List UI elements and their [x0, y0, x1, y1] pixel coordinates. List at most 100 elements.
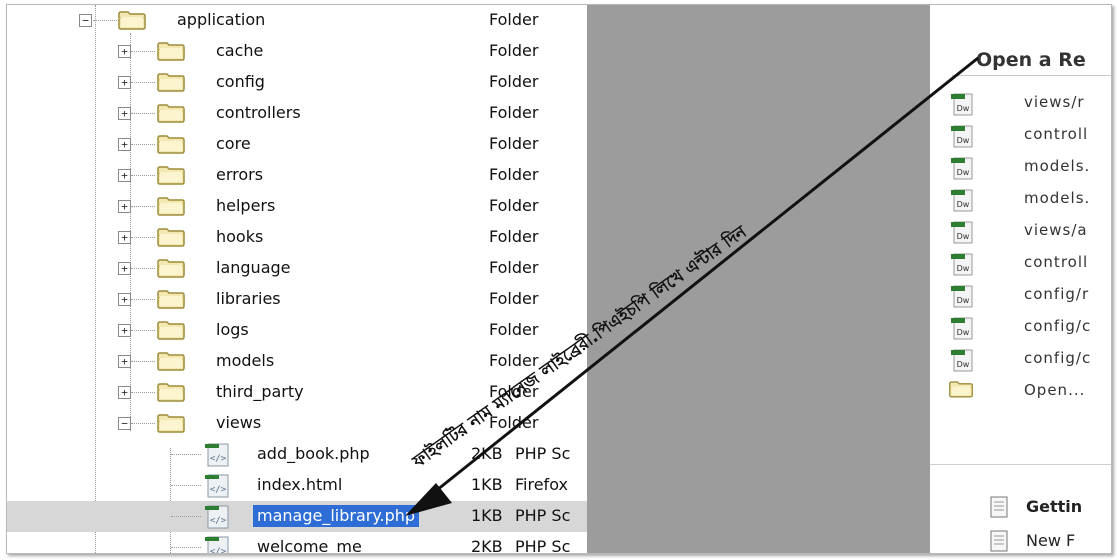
tree-item-name: helpers: [216, 196, 276, 215]
tree-item-name: config: [216, 72, 265, 91]
expand-icon[interactable]: +: [118, 386, 131, 399]
file-type: Folder: [489, 382, 539, 401]
tree-item-name: third_party: [216, 382, 304, 401]
expand-icon[interactable]: +: [118, 45, 131, 58]
tree-file-row[interactable]: </> welcome_me 2KB PHP Sc: [7, 532, 587, 553]
file-type: PHP Sc: [515, 444, 571, 463]
tree-item-name: welcome_me: [257, 537, 362, 553]
tree-file-row[interactable]: </> add_book.php 2KB PHP Sc: [7, 439, 587, 470]
recent-file-label: models.: [1024, 189, 1091, 207]
tree-folder-row[interactable]: + third_party Folder: [7, 377, 587, 408]
php-file-icon: </>: [202, 504, 232, 529]
tree-branch-line: [131, 361, 155, 362]
tree-file-row[interactable]: </> index.html 1KB Firefox: [7, 470, 587, 501]
create-new-label: Gettin: [1026, 497, 1083, 516]
expand-icon[interactable]: +: [118, 262, 131, 275]
recent-file-item[interactable]: Dw config/r: [944, 283, 1111, 309]
tree-branch-line: [171, 516, 201, 517]
tree-folder-row[interactable]: + helpers Folder: [7, 191, 587, 222]
folder-icon: [117, 10, 147, 30]
recent-file-item[interactable]: Dw models.: [944, 187, 1111, 213]
svg-text:</>: </>: [210, 454, 227, 464]
expand-icon[interactable]: +: [118, 107, 131, 120]
recent-file-item[interactable]: Dw views/r: [944, 91, 1111, 117]
folder-icon: [156, 320, 186, 340]
recent-file-label: config/r: [1024, 285, 1090, 303]
tree-folder-row[interactable]: + libraries Folder: [7, 284, 587, 315]
tree-branch-line: [131, 392, 155, 393]
tree-folder-row[interactable]: − application Folder: [7, 5, 587, 36]
file-tree[interactable]: − application Folder + cache Folder + config Fol…: [7, 5, 587, 553]
recent-file-item[interactable]: Open...: [944, 379, 1111, 405]
dw-file-icon: Dw: [948, 155, 974, 181]
expand-icon[interactable]: +: [118, 231, 131, 244]
expand-icon[interactable]: +: [118, 324, 131, 337]
file-type: Folder: [489, 258, 539, 277]
open-recent-title: Open a Re: [976, 49, 1086, 71]
file-type: Folder: [489, 320, 539, 339]
svg-text:Dw: Dw: [957, 360, 970, 369]
file-type: Folder: [489, 72, 539, 91]
file-type: Folder: [489, 196, 539, 215]
panel-divider: [587, 5, 930, 553]
tree-folder-row[interactable]: + config Folder: [7, 67, 587, 98]
recent-file-item[interactable]: Dw controll: [944, 251, 1111, 277]
folder-icon: [156, 103, 186, 123]
folder-icon: [156, 413, 186, 433]
recent-file-item[interactable]: Dw models.: [944, 155, 1111, 181]
folder-icon: [156, 258, 186, 278]
file-type: Folder: [489, 413, 539, 432]
tree-folder-row[interactable]: + models Folder: [7, 346, 587, 377]
svg-text:Dw: Dw: [957, 264, 970, 273]
recent-file-label: views/a: [1024, 221, 1088, 239]
recent-file-item[interactable]: Dw controll: [944, 123, 1111, 149]
dw-file-icon: Dw: [948, 347, 974, 373]
tree-item-name: cache: [216, 41, 264, 60]
recent-file-label: config/c: [1024, 317, 1092, 335]
tree-branch-line: [171, 485, 201, 486]
tree-folder-row[interactable]: + core Folder: [7, 129, 587, 160]
section-divider: [930, 464, 1111, 465]
tree-folder-row[interactable]: − views Folder: [7, 408, 587, 439]
file-type: Folder: [489, 103, 539, 122]
tree-folder-row[interactable]: + controllers Folder: [7, 98, 587, 129]
tree-branch-line: [93, 20, 117, 21]
expand-icon[interactable]: +: [118, 169, 131, 182]
file-size: 2KB: [471, 537, 503, 553]
expand-icon[interactable]: +: [118, 293, 131, 306]
recent-file-item[interactable]: Dw config/c: [944, 315, 1111, 341]
expand-icon[interactable]: +: [118, 76, 131, 89]
dw-file-icon: Dw: [948, 251, 974, 277]
file-type: Folder: [489, 289, 539, 308]
tree-folder-row[interactable]: + language Folder: [7, 253, 587, 284]
svg-text:Dw: Dw: [957, 232, 970, 241]
recent-file-item[interactable]: Dw views/a: [944, 219, 1111, 245]
dw-file-icon: Dw: [948, 283, 974, 309]
tree-item-name: libraries: [216, 289, 281, 308]
tree-item-name: models: [216, 351, 275, 370]
tree-branch-line: [131, 51, 155, 52]
expand-icon[interactable]: +: [118, 355, 131, 368]
php-file-icon: </>: [202, 535, 232, 553]
tree-branch-line: [131, 299, 155, 300]
tree-branch-line: [131, 113, 155, 114]
tree-file-row[interactable]: </> manage_library.php 1KB PHP Sc: [7, 501, 587, 532]
php-file-icon: </>: [202, 473, 232, 498]
recent-file-item[interactable]: Dw config/c: [944, 347, 1111, 373]
tree-folder-row[interactable]: + hooks Folder: [7, 222, 587, 253]
expand-icon[interactable]: +: [118, 138, 131, 151]
svg-text:</>: </>: [210, 516, 227, 526]
collapse-icon[interactable]: −: [79, 14, 92, 27]
tree-branch-line: [131, 237, 155, 238]
dw-file-icon: Dw: [948, 315, 974, 341]
tree-folder-row[interactable]: + logs Folder: [7, 315, 587, 346]
recent-file-label: controll: [1024, 125, 1089, 143]
folder-icon: [156, 196, 186, 216]
tree-item-name: index.html: [257, 475, 343, 494]
tree-folder-row[interactable]: + errors Folder: [7, 160, 587, 191]
tree-folder-row[interactable]: + cache Folder: [7, 36, 587, 67]
collapse-icon[interactable]: −: [118, 417, 131, 430]
expand-icon[interactable]: +: [118, 200, 131, 213]
svg-text:Dw: Dw: [957, 296, 970, 305]
rename-input[interactable]: manage_library.php: [253, 505, 420, 527]
